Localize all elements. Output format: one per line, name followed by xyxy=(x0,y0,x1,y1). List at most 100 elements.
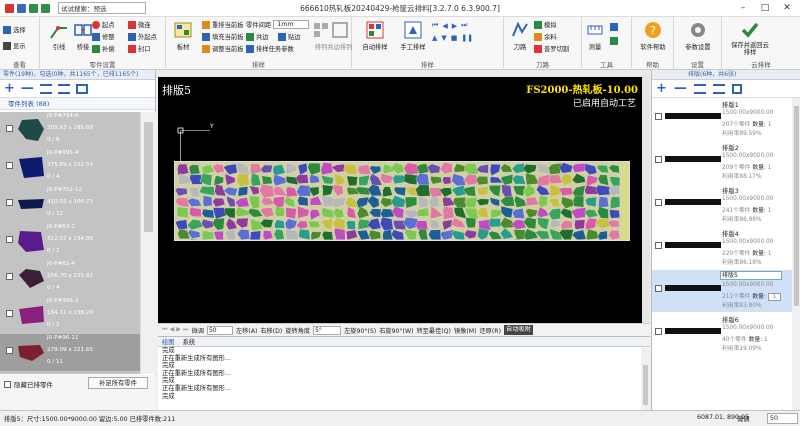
part-checkbox[interactable] xyxy=(6,347,13,354)
nested-part[interactable] xyxy=(249,230,262,241)
sheet-checkbox[interactable] xyxy=(655,285,662,292)
save-icon[interactable] xyxy=(731,83,742,94)
tab-drawing[interactable]: 绘图 xyxy=(162,337,175,346)
adjust-current-button[interactable]: 调整当前板 xyxy=(202,44,243,53)
start-button[interactable]: 起点 xyxy=(92,20,115,29)
add-icon[interactable]: + xyxy=(656,81,667,96)
prev-icon[interactable]: ◀ xyxy=(442,22,447,30)
nested-part[interactable] xyxy=(464,196,478,209)
nested-part[interactable] xyxy=(357,164,372,175)
part-checkbox[interactable] xyxy=(6,162,13,169)
part-item[interactable]: J0-P#995-4 375.89 x 222.54 0 / 4 xyxy=(0,149,140,186)
rotate-cw-button[interactable]: 右旋90°(W) xyxy=(379,326,413,335)
nested-part[interactable] xyxy=(598,196,609,208)
grid-view-icon[interactable] xyxy=(75,83,88,94)
gap-field[interactable]: 零件间距 1mm xyxy=(246,20,310,29)
sheet-checkbox[interactable] xyxy=(655,156,662,163)
nested-part[interactable] xyxy=(189,207,202,218)
sheet-item[interactable]: 排版2 1500.00x9000.00 209个零件 数量: 1 利用率88.1… xyxy=(652,141,792,183)
stop-icon[interactable]: ■ xyxy=(451,34,458,42)
part-item-selected[interactable]: J0-P#96-11 279.09 x 221.65 0 / 11 xyxy=(0,334,140,371)
sheet-qty[interactable]: 1 xyxy=(767,293,782,301)
add-icon[interactable]: + xyxy=(4,81,15,96)
shear-button[interactable]: 普罗切割 xyxy=(534,44,569,53)
move-right-button[interactable]: 右移(D) xyxy=(260,326,282,335)
tab-system[interactable]: 系统 xyxy=(183,337,196,346)
part-checkbox[interactable] xyxy=(6,236,13,243)
nested-part[interactable] xyxy=(574,219,586,230)
reset-current-button[interactable]: 重排当前板 xyxy=(202,20,243,29)
sheet-qty[interactable]: 1 xyxy=(764,337,768,343)
sheet-checkbox[interactable] xyxy=(655,242,662,249)
down-icon[interactable]: ▼ xyxy=(441,34,446,42)
sheet-item-selected[interactable]: 排版5 1500.00x9000.00 211个零件 数量: 1 利用率83.8… xyxy=(652,270,792,312)
nested-sheet[interactable] xyxy=(174,161,630,241)
sheet-qty[interactable]: 1 xyxy=(768,122,772,128)
tool-small-1[interactable] xyxy=(610,23,618,31)
part-item[interactable]: J0-P#752-12 410.55 x 106.73 0 / 12 xyxy=(0,186,140,223)
manual-nest-button[interactable]: 手工排样 xyxy=(394,20,432,51)
part-checkbox[interactable] xyxy=(6,310,13,317)
nested-part[interactable] xyxy=(321,231,334,241)
reorder-button[interactable]: 修整 xyxy=(92,32,115,41)
stick-edge-button[interactable]: 贴边 xyxy=(278,32,301,41)
remove-icon[interactable]: — xyxy=(21,81,34,96)
mirror-button[interactable]: 镜像(M) xyxy=(454,326,477,335)
nested-part[interactable] xyxy=(346,175,358,187)
seal-button[interactable]: 封口 xyxy=(128,44,151,53)
sheet-qty[interactable]: 1 xyxy=(768,251,772,257)
sheet-item[interactable]: 排版1 1500.00x9000.00 207个零件 数量: 1 利用率89.5… xyxy=(652,98,792,140)
redo-icon[interactable] xyxy=(41,3,50,13)
tool-small-2[interactable] xyxy=(610,37,618,45)
reset-button[interactable]: 还原(R) xyxy=(480,326,502,335)
nested-part[interactable] xyxy=(428,196,440,208)
common-align-button[interactable]: 共边排列 xyxy=(326,20,354,51)
list-icon[interactable] xyxy=(39,83,52,94)
measure-button[interactable]: 测量 xyxy=(584,20,606,51)
nested-part[interactable] xyxy=(610,196,621,210)
sheet-checkbox[interactable] xyxy=(655,113,662,120)
common-edge-button[interactable]: 共边 xyxy=(246,32,269,41)
nested-part[interactable] xyxy=(488,218,501,228)
sheet-qty[interactable]: 1 xyxy=(768,165,772,171)
part-item[interactable]: J0-P#63-2 322.07 x 234.80 0 / 2 xyxy=(0,223,140,260)
fill-all-button[interactable]: 补足所有零件 xyxy=(88,377,148,389)
sheet-button[interactable]: 板材 xyxy=(166,20,200,51)
save-return-button[interactable]: 保存并返回云排样 xyxy=(728,20,772,56)
nested-part[interactable] xyxy=(442,176,452,185)
part-item[interactable]: J0-P#995-2 184.11 x 138.20 0 / 2 xyxy=(0,297,140,334)
nested-part[interactable] xyxy=(572,163,586,173)
sheet-checkbox[interactable] xyxy=(655,328,662,335)
part-checkbox[interactable] xyxy=(6,273,13,280)
nested-part[interactable] xyxy=(188,164,201,175)
nested-part[interactable] xyxy=(237,186,249,197)
auto-snap-button[interactable]: 自动吸附 xyxy=(504,325,533,335)
part-checkbox[interactable] xyxy=(6,199,13,206)
zoom-input[interactable]: 50 xyxy=(206,325,233,335)
save-icon[interactable] xyxy=(17,3,26,13)
remnant-button[interactable]: 余料 xyxy=(534,32,557,41)
nested-part[interactable] xyxy=(320,162,334,176)
status-zoom-input[interactable]: 50 xyxy=(767,413,798,424)
auto-nest-button[interactable]: 自动排样 xyxy=(356,20,394,51)
list-icon[interactable] xyxy=(693,83,706,94)
part-item[interactable]: J0-P#794-6 309.63 x 285.68 0 / 6 xyxy=(0,112,140,149)
play-icon[interactable]: ▶ xyxy=(452,22,457,30)
nested-part[interactable] xyxy=(393,220,406,230)
sheet-item[interactable]: 排版4 1500.00x9000.00 220个零件 数量: 1 利用率86.1… xyxy=(652,227,792,269)
nested-part[interactable] xyxy=(202,195,213,207)
sheet-item[interactable]: 排版6 1500.00x9000.00 40个零件 数量: 1 利用率19.09… xyxy=(652,313,792,355)
simulate-button[interactable]: 模拟 xyxy=(534,20,557,29)
nested-part[interactable] xyxy=(572,195,585,208)
sheet-qty[interactable]: 1 xyxy=(768,208,772,214)
nested-part[interactable] xyxy=(297,195,309,207)
sheets-scrollbar[interactable] xyxy=(792,98,800,410)
display-button[interactable]: 显示 xyxy=(3,41,26,50)
nav-first-icon[interactable]: ⏮ ◀ ▶ ⏭ xyxy=(162,326,189,334)
rotate-ccw-button[interactable]: 左旋90°(S) xyxy=(344,326,376,335)
part-item[interactable]: J0-P#62-4 256.70 x 225.82 0 / 4 xyxy=(0,260,140,297)
undo-icon[interactable] xyxy=(29,3,38,13)
sheet-name-input[interactable]: 排版5 xyxy=(720,271,782,280)
move-left-button[interactable]: 左移(A) xyxy=(236,326,257,335)
pause-icon[interactable]: ❚❚ xyxy=(461,34,473,42)
